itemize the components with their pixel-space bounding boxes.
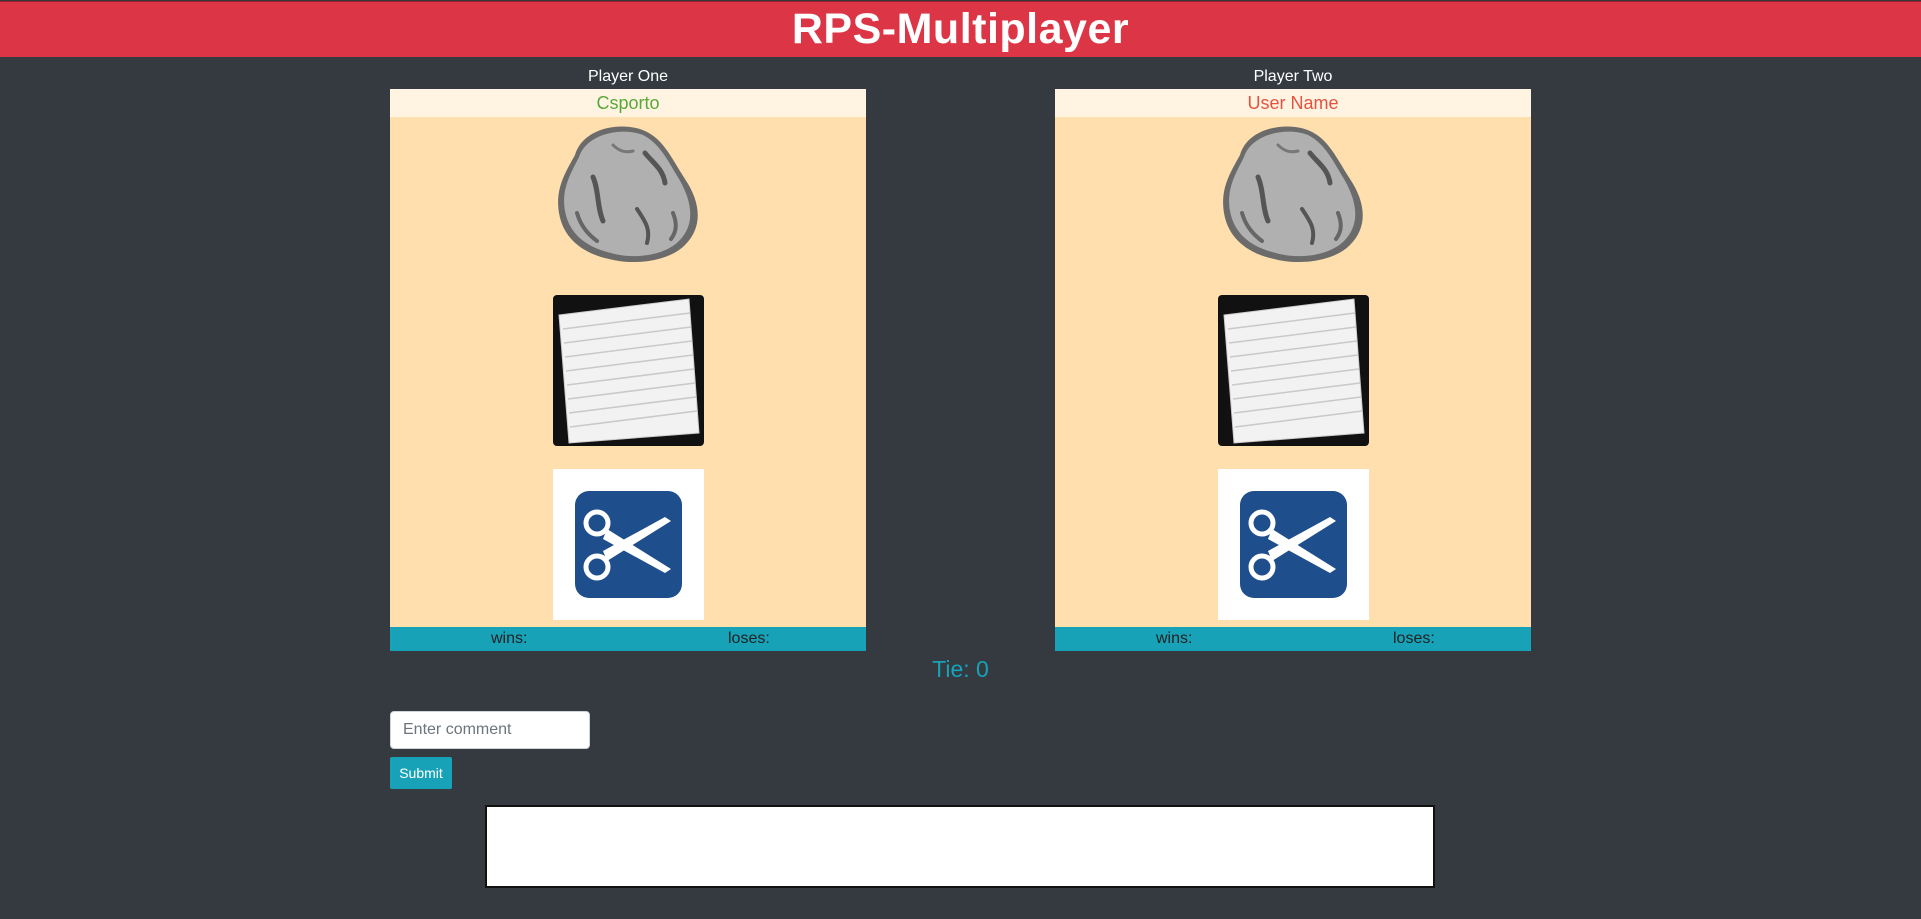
player-one-paper-choice[interactable]	[553, 295, 704, 446]
paper-icon	[553, 295, 704, 446]
player-one-loses-label: loses:	[728, 630, 770, 647]
player-one-name: Csporto	[596, 92, 660, 113]
player-two-scissors-choice[interactable]	[1218, 469, 1369, 620]
submit-button[interactable]: Submit	[390, 757, 452, 789]
paper-icon	[1218, 295, 1369, 446]
player-one-name-bar: Csporto	[390, 89, 866, 117]
player-one-wins-label: wins:	[491, 630, 528, 647]
page-title: RPS-Multiplayer	[791, 5, 1130, 53]
player-two-name: User Name	[1247, 92, 1339, 113]
scissors-icon	[1218, 469, 1369, 620]
player-two-score-bar: wins: loses:	[1055, 627, 1531, 651]
player-one-score-bar: wins: loses:	[390, 627, 866, 651]
tie-counter: Tie: 0	[932, 656, 989, 682]
player-two-wins-label: wins:	[1156, 630, 1193, 647]
player-one-panel: Csporto wins: loses:	[390, 89, 866, 651]
scissors-icon	[553, 469, 704, 620]
player-one-scissors-choice[interactable]	[553, 469, 704, 620]
player-two-name-bar: User Name	[1055, 89, 1531, 117]
player-one-heading: Player One	[587, 68, 669, 85]
chat-log	[485, 805, 1435, 888]
player-two-paper-choice[interactable]	[1218, 295, 1369, 446]
player-two-rock-choice[interactable]	[1218, 117, 1369, 268]
comment-input[interactable]	[390, 711, 590, 749]
header-banner: RPS-Multiplayer	[0, 1, 1921, 57]
player-two-heading: Player Two	[1253, 68, 1333, 85]
rock-icon	[558, 126, 698, 263]
player-two-panel: User Name wins: loses:	[1055, 89, 1531, 651]
player-one-rock-choice[interactable]	[553, 117, 704, 268]
rock-icon	[1223, 126, 1363, 263]
player-two-loses-label: loses:	[1393, 630, 1435, 647]
